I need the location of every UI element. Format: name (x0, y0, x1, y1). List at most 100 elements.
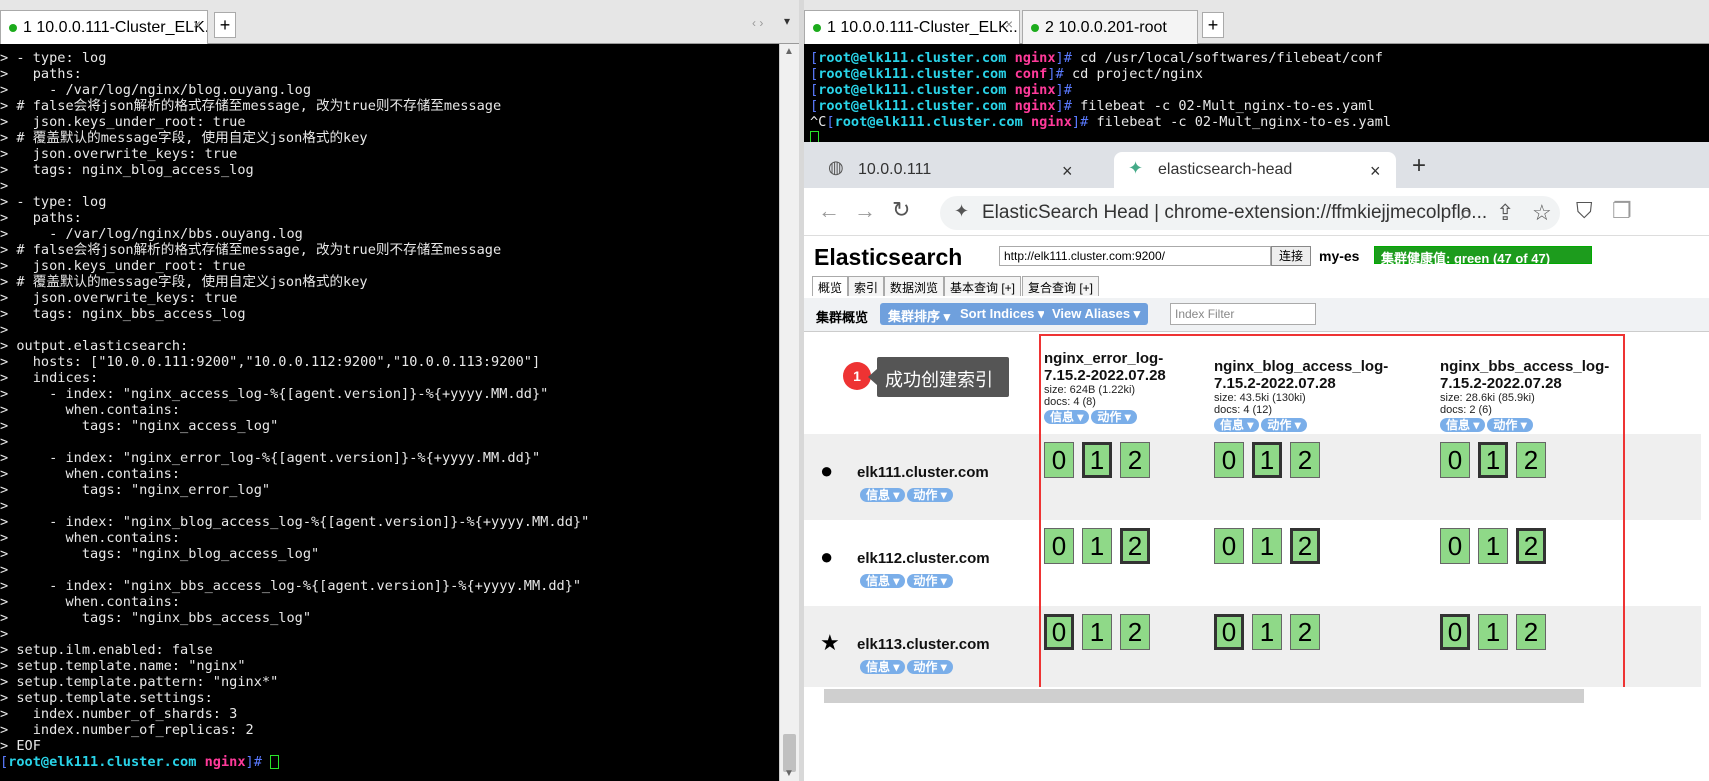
terminal-line: > when.contains: (0, 466, 181, 482)
node-info-button[interactable]: 信息 ▾ (860, 574, 906, 588)
terminal-line: > setup.ilm.enabled: false (0, 642, 213, 658)
left-terminal-tab[interactable]: 1 10.0.0.111-Cluster_ELK... × (0, 10, 208, 44)
terminal-line: > setup.template.name: "nginx" (0, 658, 246, 674)
shield-extension-icon[interactable]: ⛉ (1576, 198, 1593, 224)
node-name: elk111.cluster.com (857, 464, 989, 481)
elasticsearch-head-icon: ✦ (1128, 158, 1144, 178)
scroll-up-icon[interactable]: ▲ (784, 46, 794, 57)
node-info-button[interactable]: 信息 ▾ (860, 488, 906, 502)
command: cd project/nginx (1071, 66, 1203, 82)
tab-menu-chevron-icon[interactable]: ▾ (784, 14, 790, 28)
node-action-button[interactable]: 动作 ▾ (907, 488, 953, 502)
terminal-line: > # false会将json解析的格式存储至message, 改为true则不… (0, 242, 502, 258)
left-scrollbar[interactable]: ▲ ▼ (779, 44, 799, 781)
node-name: elk113.cluster.com (857, 636, 990, 653)
tab-browser[interactable]: 数据浏览 (884, 276, 945, 296)
node-action-button[interactable]: 动作 ▾ (907, 660, 953, 674)
node-dot-icon: ● (820, 458, 834, 483)
master-star-icon: ★ (820, 630, 840, 655)
prompt-close: ]# (1055, 82, 1081, 98)
prompt-open: [ (810, 98, 819, 114)
cursor (270, 755, 280, 769)
close-tab-icon[interactable]: × (1005, 16, 1013, 32)
prompt-open: [ (810, 82, 819, 98)
callout-number-badge: 1 (843, 362, 871, 390)
tab-indices[interactable]: 索引 (848, 276, 885, 296)
terminal-line: > # false会将json解析的格式存储至message, 改为true则不… (0, 98, 502, 114)
right-terminal-tab-1[interactable]: 1 10.0.0.111-Cluster_ELK... × (804, 10, 1020, 44)
copy-icon[interactable]: ❐ (1612, 198, 1632, 224)
terminal-line: > json.overwrite_keys: true (0, 290, 238, 306)
browser-tab-2[interactable]: ✦ elasticsearch-head × (1114, 152, 1396, 188)
left-terminal-prompt[interactable]: [root@elk111.cluster.com nginx]# (0, 754, 280, 770)
horizontal-scroll-thumb[interactable] (824, 689, 1584, 703)
prompt-close: ]# (1055, 98, 1081, 114)
right-tab-bar: 1 10.0.0.111-Cluster_ELK... × 2 10.0.0.2… (804, 0, 1709, 44)
terminal-line: > tags: "nginx_access_log" (0, 418, 279, 434)
terminal-line: > tags: nginx_blog_access_log (0, 162, 254, 178)
cluster-sort-button[interactable]: 集群排序 ▾ (880, 303, 959, 325)
node-dot-icon: ● (820, 544, 834, 569)
terminal-line: > paths: (0, 210, 82, 226)
reload-icon[interactable]: ↻ (892, 197, 910, 223)
zoom-icon[interactable]: ⌕ (1460, 200, 1472, 226)
scroll-down-icon[interactable]: ▼ (784, 768, 794, 779)
tab-nav-arrows-icon[interactable]: ‹ › (752, 16, 763, 30)
terminal-line: > index.number_of_replicas: 2 (0, 722, 254, 738)
prompt-open: [ (810, 66, 819, 82)
connect-button[interactable]: 连接 (1271, 246, 1311, 266)
cluster-name: my-es (1319, 248, 1360, 264)
prompt-user: root@elk111.cluster.com (818, 50, 1007, 66)
prompt-dir: nginx (1014, 98, 1056, 114)
node-action-button[interactable]: 动作 ▾ (907, 574, 953, 588)
terminal-line: > - /var/log/nginx/blog.ouyang.log (0, 82, 311, 98)
page-title: Elasticsearch (814, 244, 963, 270)
terminal-line: > EOF (0, 738, 41, 754)
view-aliases-button[interactable]: View Aliases ▾ (1044, 303, 1149, 325)
connected-status-icon (1031, 23, 1039, 32)
prompt-open: [ (810, 50, 819, 66)
terminal-line: > # 覆盖默认的message字段, 使用自定义json格式的key (0, 130, 368, 146)
back-arrow-icon[interactable]: ← (818, 198, 840, 224)
right-terminal-pane: 1 10.0.0.111-Cluster_ELK... × 2 10.0.0.2… (804, 0, 1709, 781)
terminal-line: > indices: (0, 370, 99, 386)
prompt-user: root@elk111.cluster.com (834, 114, 1023, 130)
prompt-user: root@elk111.cluster.com (818, 82, 1007, 98)
browser-tab-1[interactable]: ◍ 10.0.0.111 × (814, 152, 1086, 188)
forward-arrow-icon[interactable]: → (854, 198, 876, 224)
terminal-line: [root@elk111.cluster.com nginx]# filebea… (810, 98, 1391, 114)
new-tab-button[interactable]: + (1202, 12, 1224, 38)
terminal-line: > # 覆盖默认的message字段, 使用自定义json格式的key (0, 274, 368, 290)
prompt-dir: nginx (1014, 82, 1056, 98)
tab-overview[interactable]: 概览 (812, 276, 849, 296)
left-terminal-output[interactable]: > - type: log > paths: > - /var/log/nginx/… (0, 50, 775, 754)
browser-toolbar: ← → ↻ ✦ ElasticSearch Head | chrome-exte… (804, 188, 1709, 236)
terminal-line: > json.overwrite_keys: true (0, 146, 238, 162)
right-terminal-output[interactable]: [root@elk111.cluster.com nginx]# cd /usr… (810, 50, 1391, 146)
index-filter-input[interactable]: Index Filter (1170, 303, 1316, 325)
new-tab-button[interactable]: + (1412, 152, 1426, 180)
terminal-line: > when.contains: (0, 402, 181, 418)
share-icon[interactable]: ⇪ (1496, 200, 1514, 226)
tab-complex-query[interactable]: 复合查询 [+] (1022, 276, 1100, 296)
scroll-thumb[interactable] (783, 734, 796, 772)
new-tab-button[interactable]: + (214, 12, 236, 38)
close-tab-icon[interactable]: × (1370, 161, 1381, 182)
cluster-url-input[interactable]: http://elk111.cluster.com:9200/ (999, 246, 1271, 266)
node-info-button[interactable]: 信息 ▾ (860, 660, 906, 674)
tab-basic-query[interactable]: 基本查询 [+] (944, 276, 1022, 296)
address-bar[interactable]: ✦ ElasticSearch Head | chrome-extension:… (940, 196, 1560, 230)
node-actions: 信息 ▾ 动作 ▾ (860, 572, 955, 590)
sort-indices-button[interactable]: Sort Indices ▾ (952, 303, 1053, 325)
overview-toolbar: 集群概览 集群排序 ▾ Sort Indices ▾ View Aliases … (804, 298, 1709, 332)
bookmark-star-icon[interactable]: ☆ (1532, 200, 1552, 226)
right-terminal-tab-2[interactable]: 2 10.0.0.201-root (1022, 10, 1198, 44)
connected-status-icon (9, 23, 17, 32)
close-tab-icon[interactable]: × (1062, 161, 1073, 182)
prompt-close: ]# (1047, 66, 1072, 82)
page-bottom (804, 687, 1709, 781)
close-tab-icon[interactable]: × (193, 16, 201, 32)
